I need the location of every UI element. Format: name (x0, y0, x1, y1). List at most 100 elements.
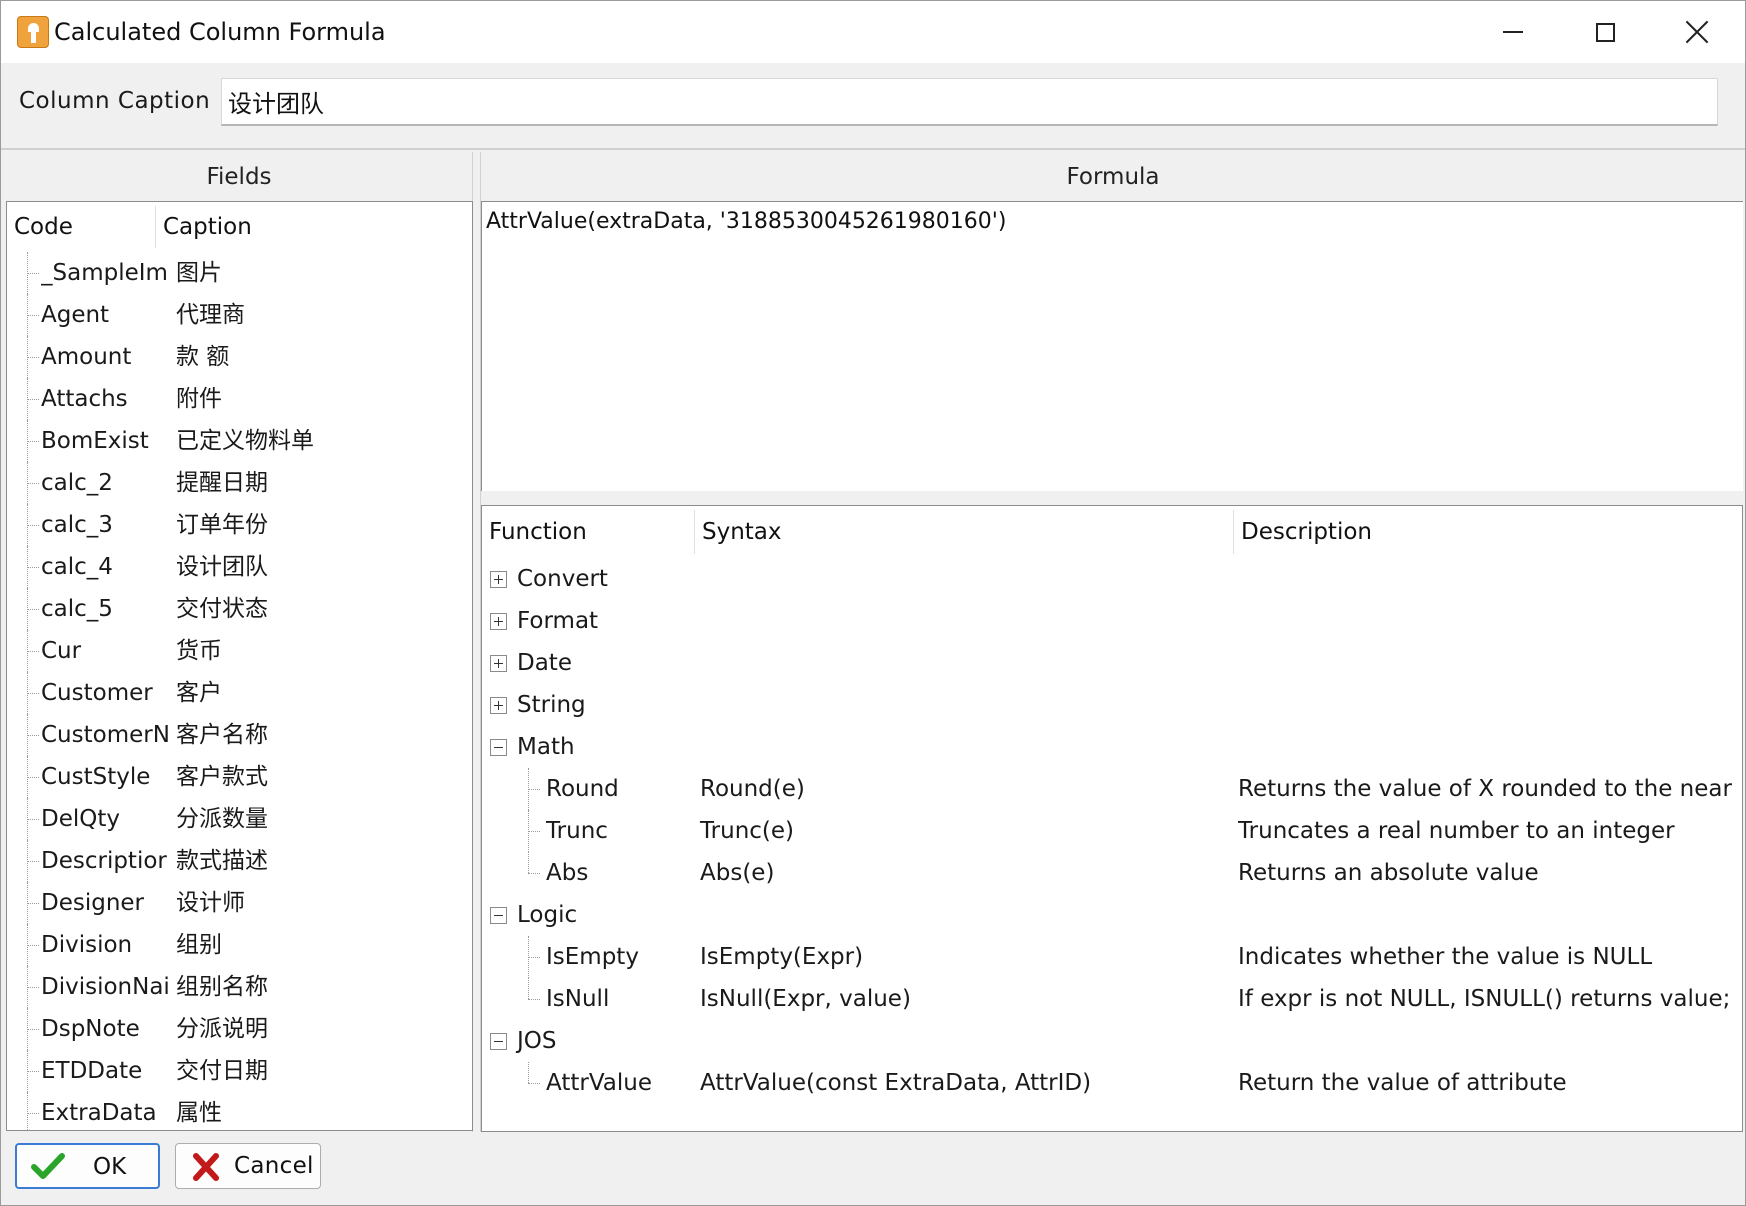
tree-connector (27, 735, 39, 736)
field-caption: 订单年份 (176, 512, 268, 538)
title-bar[interactable]: Calculated Column Formula (1, 1, 1745, 63)
field-caption: 设计团队 (176, 554, 268, 580)
field-row[interactable]: Designer 设计师 (7, 882, 472, 924)
field-caption: 货币 (176, 638, 222, 664)
function-group-row[interactable]: Date (482, 642, 1742, 684)
fields-list[interactable]: Code Caption _SampleIm 图片 Agent 代理商 Amount 款 … (6, 201, 473, 1131)
field-code: DivisionNai (41, 974, 170, 1000)
field-code: _SampleIm (41, 260, 168, 286)
tree-connector (27, 1029, 39, 1030)
field-caption: 属性 (176, 1100, 222, 1126)
maximize-icon (1595, 22, 1615, 42)
field-row[interactable]: calc_2 提醒日期 (7, 462, 472, 504)
formula-editor[interactable]: AttrValue(extraData, '318853004526198016… (481, 201, 1743, 491)
column-header-syntax[interactable]: Syntax (695, 506, 1175, 558)
collapse-icon[interactable] (490, 907, 507, 924)
formula-textarea[interactable]: AttrValue(extraData, '318853004526198016… (486, 202, 1736, 488)
maximize-button[interactable] (1559, 1, 1651, 63)
field-code: DelQty (41, 806, 120, 832)
field-row[interactable]: ExtraData 属性 (7, 1092, 472, 1130)
function-name: Trunc (546, 818, 608, 844)
collapse-icon[interactable] (490, 1033, 507, 1050)
function-syntax: Round(e) (700, 776, 805, 802)
vertical-splitter[interactable] (472, 152, 481, 1132)
field-row[interactable]: Amount 款 额 (7, 336, 472, 378)
field-code: ExtraData (41, 1100, 157, 1126)
expand-icon[interactable] (490, 697, 507, 714)
function-group-row[interactable]: String (482, 684, 1742, 726)
field-row[interactable]: DelQty 分派数量 (7, 798, 472, 840)
function-group-row[interactable]: JOS (482, 1020, 1742, 1062)
function-group-label: Logic (517, 902, 578, 928)
field-code: Customer (41, 680, 153, 706)
function-row[interactable]: IsNull IsNull(Expr, value) If expr is not … (482, 978, 1742, 1020)
tree-connector (528, 873, 540, 874)
expand-icon[interactable] (490, 571, 507, 588)
minimize-button[interactable] (1467, 1, 1559, 63)
field-code: Attachs (41, 386, 128, 412)
field-row[interactable]: DspNote 分派说明 (7, 1008, 472, 1050)
field-code: Division (41, 932, 133, 958)
field-row[interactable]: ETDDate 交付日期 (7, 1050, 472, 1092)
function-row[interactable]: Trunc Trunc(e) Truncates a real number to … (482, 810, 1742, 852)
function-name: Abs (546, 860, 589, 886)
field-code: CustomerN (41, 722, 170, 748)
tree-connector (27, 693, 39, 694)
ok-button[interactable]: OK (15, 1143, 160, 1189)
field-row[interactable]: CustStyle 客户款式 (7, 756, 472, 798)
tree-connector (27, 357, 39, 358)
function-row[interactable]: IsEmpty IsEmpty(Expr) Indicates whether th… (482, 936, 1742, 978)
field-row[interactable]: BomExist 已定义物料单 (7, 420, 472, 462)
field-row[interactable]: Agent 代理商 (7, 294, 472, 336)
function-name: Round (546, 776, 619, 802)
cancel-button[interactable]: Cancel (175, 1143, 321, 1189)
function-syntax: IsNull(Expr, value) (700, 986, 911, 1012)
tree-connector (528, 1062, 529, 1083)
field-row[interactable]: Division 组别 (7, 924, 472, 966)
field-code: CustStyle (41, 764, 151, 790)
field-row[interactable]: calc_4 设计团队 (7, 546, 472, 588)
column-header-code[interactable]: Code (7, 202, 155, 252)
function-row[interactable]: Abs Abs(e) Returns an absolute value (482, 852, 1742, 894)
field-caption: 款 额 (176, 344, 230, 370)
field-caption: 组别名称 (176, 974, 268, 1000)
check-icon (31, 1153, 65, 1179)
field-row[interactable]: CustomerN 客户名称 (7, 714, 472, 756)
function-rows: Convert Format Date String Math Round Round(e)… (482, 558, 1742, 1104)
column-header-caption[interactable]: Caption (156, 202, 456, 252)
expand-icon[interactable] (490, 613, 507, 630)
field-row[interactable]: _SampleIm 图片 (7, 252, 472, 294)
field-row[interactable]: Descriptior 款式描述 (7, 840, 472, 882)
field-row[interactable]: Attachs 附件 (7, 378, 472, 420)
field-row[interactable]: Cur 货币 (7, 630, 472, 672)
tree-connector (528, 978, 529, 999)
function-group-row[interactable]: Format (482, 600, 1742, 642)
field-caption: 附件 (176, 386, 222, 412)
field-row[interactable]: DivisionNai 组别名称 (7, 966, 472, 1008)
function-list[interactable]: Function Syntax Description Convert Forma… (481, 505, 1743, 1132)
function-group-row[interactable]: Math (482, 726, 1742, 768)
field-code: calc_5 (41, 596, 113, 622)
function-description: Return the value of attribute (1238, 1070, 1567, 1096)
field-row[interactable]: calc_3 订单年份 (7, 504, 472, 546)
function-group-row[interactable]: Logic (482, 894, 1742, 936)
tree-connector (27, 1113, 39, 1114)
field-row[interactable]: Customer 客户 (7, 672, 472, 714)
collapse-icon[interactable] (490, 739, 507, 756)
function-group-row[interactable]: Convert (482, 558, 1742, 600)
tree-connector (27, 483, 39, 484)
field-row[interactable]: calc_5 交付状态 (7, 588, 472, 630)
field-code: Descriptior (41, 848, 167, 874)
field-caption: 分派说明 (176, 1016, 268, 1042)
fields-panel-title: Fields (206, 164, 272, 190)
horizontal-splitter[interactable] (481, 491, 1745, 505)
field-code: calc_3 (41, 512, 113, 538)
column-caption-input[interactable] (221, 78, 1718, 126)
function-row[interactable]: Round Round(e) Returns the value of X roun… (482, 768, 1742, 810)
column-header-description[interactable]: Description (1234, 506, 1734, 558)
expand-icon[interactable] (490, 655, 507, 672)
field-caption: 客户 (176, 680, 222, 706)
close-button[interactable] (1651, 1, 1743, 63)
function-row[interactable]: AttrValue AttrValue(const ExtraData, Attr… (482, 1062, 1742, 1104)
column-header-function[interactable]: Function (482, 506, 694, 558)
